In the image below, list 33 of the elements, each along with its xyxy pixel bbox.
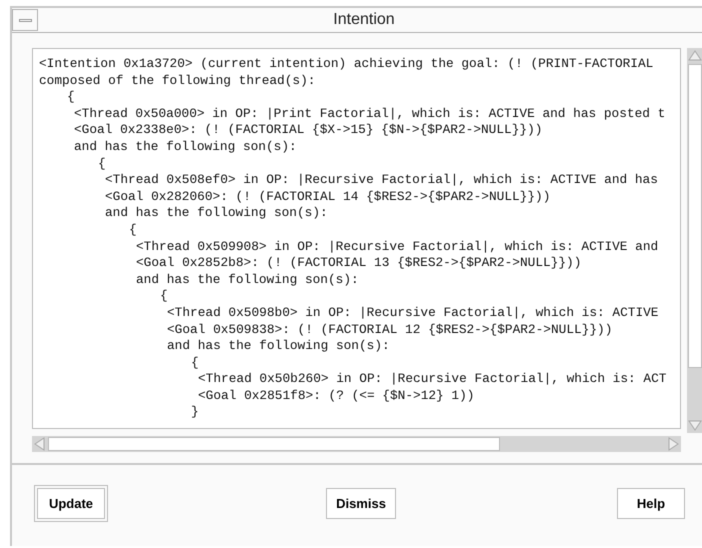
listing-line: and has the following son(s): [167,338,390,355]
listing-line: <Goal 0x2338e0>: (! (FACTORIAL {$X->15} {$N->{$PAR2->NULL}})) [74,122,542,139]
minus-icon [18,18,32,22]
brace-text: { [67,89,75,106]
vertical-scrollbar[interactable] [687,48,702,433]
scroll-thumb[interactable] [48,437,500,451]
listing-line: <Goal 0x2852b8>: (! (FACTORIAL 13 {$RES2->{$PAR2->NULL}})) [136,255,582,272]
window-title: Intention [332,10,396,30]
text-area[interactable] [32,48,681,429]
listing-line: <Goal 0x509838>: (! (FACTORIAL 12 {$RES2->{$PAR2->NULL}})) [167,322,612,338]
listing-line: <Goal 0x282060>: (! (FACTORIAL 14 {$RES2->{$PAR2->NULL}})) [105,188,550,206]
listing-line: and has the following son(s): [74,138,297,156]
listing-line: <Thread 0x5098b0> in OP: |Recursive Factorial|, which is: ACTIVE [167,304,658,322]
listing-line: and has the following son(s): [105,205,328,222]
window-menu-button[interactable] [12,9,38,31]
dialog-button[interactable]: Update [34,485,108,522]
brace-text: } [191,404,199,422]
scroll-thumb[interactable] [688,64,702,368]
listing-line: and has the following son(s): [136,272,359,288]
listing-line: composed of the following thread(s): [39,72,316,90]
listing-line: <Thread 0x50b260> in OP: |Recursive Factorial|, which is: ACT [198,371,666,388]
listing-line: <Thread 0x509908> in OP: |Recursive Factorial|, which is: ACTIVE and [136,238,658,256]
listing-line: <Intention 0x1a3720> (current intention) achieving the goal: (! (PRINT-FACTORIAL [39,56,654,73]
brace-text: { [98,156,106,172]
listing-line: <Goal 0x2851f8>: (? (<= {$N->12} 1)) [198,388,474,404]
brace-text: { [191,354,199,372]
dialog-button[interactable]: Dismiss [326,488,396,519]
dialog-button[interactable]: Help [617,488,685,519]
brace-text: { [129,222,137,239]
horizontal-scrollbar[interactable] [32,436,681,452]
listing-line: <Thread 0x50a000> in OP: |Print Factorial|, which is: ACTIVE and has posted t [74,106,666,122]
listing-line: <Thread 0x508ef0> in OP: |Recursive Factorial|, which is: ACTIVE and has [105,172,658,189]
brace-text: { [160,288,168,305]
